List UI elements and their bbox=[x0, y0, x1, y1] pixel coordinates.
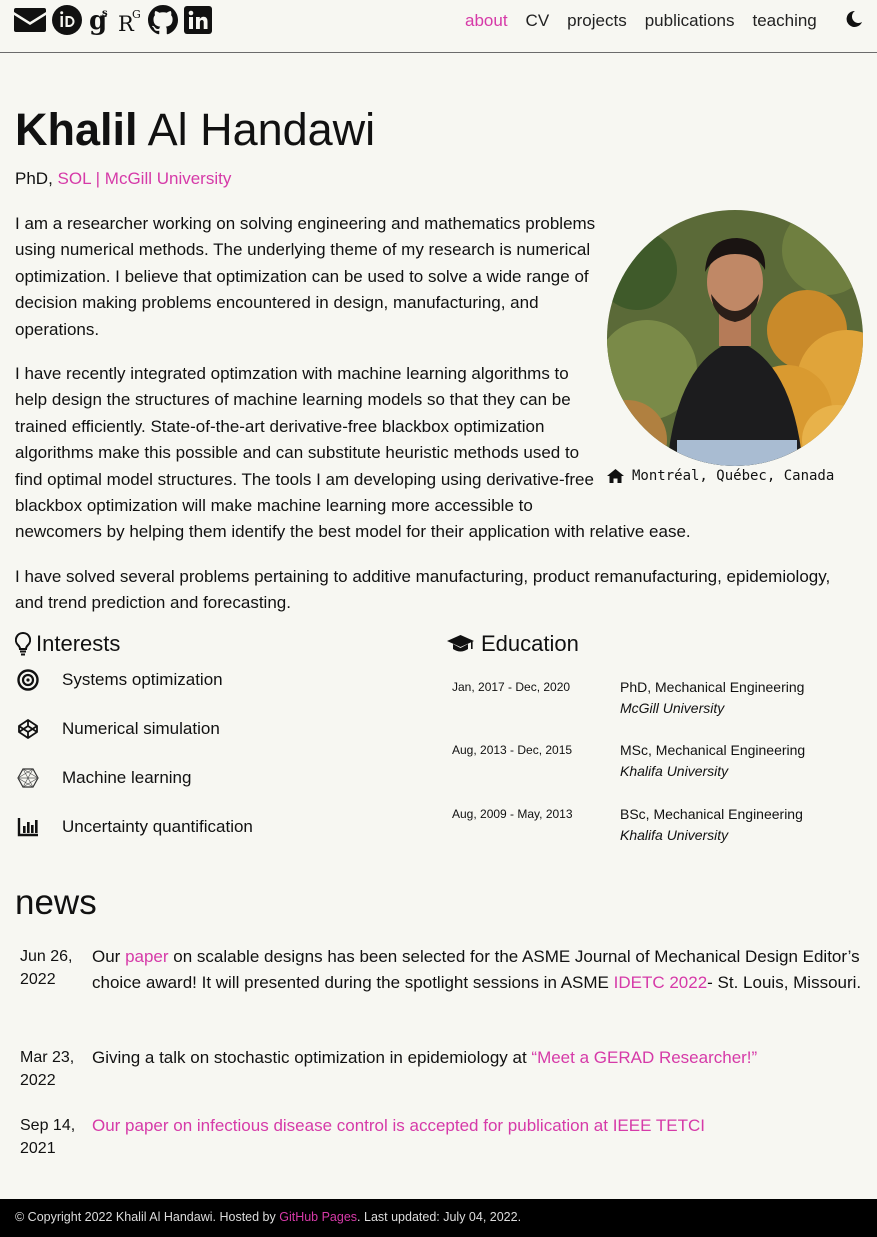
page-title: Khalil Al Handawi bbox=[15, 104, 375, 156]
nav-about[interactable]: about bbox=[465, 11, 508, 31]
tetci-paper-link[interactable]: Our paper on infectious disease control … bbox=[92, 1116, 705, 1135]
navbar: gs RG about CV projects publications tea… bbox=[0, 0, 877, 53]
envelope-icon[interactable] bbox=[14, 4, 46, 36]
education-degree: MSc, Mechanical Engineering Khalifa Univ… bbox=[620, 740, 805, 782]
footer: © Copyright 2022 Khalil Al Handawi. Host… bbox=[0, 1199, 877, 1237]
codepen-icon bbox=[15, 718, 41, 740]
news-date: Jun 26, 2022 bbox=[20, 948, 73, 988]
education-date: Jan, 2017 - Dec, 2020 bbox=[452, 680, 571, 694]
news-item: Giving a talk on stochastic optimization… bbox=[92, 1048, 758, 1067]
education-title: Education bbox=[447, 631, 579, 657]
subtitle: PhD, SOL | McGill University bbox=[15, 167, 231, 191]
news-item: Our paper on scalable designs has been s… bbox=[92, 947, 862, 993]
nav-cv[interactable]: CV bbox=[526, 11, 550, 31]
first-name: Khalil bbox=[15, 104, 138, 155]
svg-text:s: s bbox=[102, 8, 108, 19]
news-date: Sep 14, 2021 bbox=[20, 1117, 76, 1157]
graduation-cap-icon bbox=[447, 634, 474, 654]
news-item: Our paper on infectious disease control … bbox=[92, 1113, 862, 1139]
location: Montréal, Québec, Canada bbox=[607, 468, 857, 484]
news-date: Mar 23, 2022 bbox=[20, 1049, 75, 1089]
paper-link[interactable]: paper bbox=[125, 947, 168, 966]
theme-toggle-moon-icon[interactable] bbox=[845, 10, 863, 33]
svg-text:G: G bbox=[132, 8, 141, 21]
education-institution: McGill University bbox=[620, 700, 725, 716]
education-institution: Khalifa University bbox=[620, 827, 729, 843]
affiliation-link[interactable]: SOL | McGill University bbox=[58, 169, 232, 188]
nav-publications[interactable]: publications bbox=[645, 11, 735, 31]
interest-item: Numerical simulation bbox=[15, 718, 220, 740]
orcid-icon[interactable] bbox=[52, 4, 82, 36]
subtitle-prefix: PhD, bbox=[15, 169, 53, 188]
github-icon[interactable] bbox=[148, 4, 178, 36]
researchgate-icon[interactable]: RG bbox=[118, 4, 142, 36]
main-nav: about CV projects publications teaching bbox=[465, 10, 862, 31]
interests-title: Interests bbox=[15, 631, 120, 657]
education-degree: PhD, Mechanical Engineering McGill Unive… bbox=[620, 677, 804, 719]
education-date: Aug, 2013 - Dec, 2015 bbox=[452, 743, 573, 757]
lightbulb-icon bbox=[15, 632, 31, 656]
network-icon bbox=[15, 767, 41, 789]
nav-teaching[interactable]: teaching bbox=[752, 11, 816, 31]
bar-chart-icon bbox=[15, 817, 41, 837]
education-institution: Khalifa University bbox=[620, 763, 729, 779]
last-name: Al Handawi bbox=[147, 104, 376, 155]
bio-paragraph: I have solved several problems pertainin… bbox=[15, 566, 831, 613]
gerad-link[interactable]: “Meet a GERAD Researcher!” bbox=[531, 1048, 757, 1067]
news-heading: news bbox=[15, 883, 97, 922]
idetc-link[interactable]: IDETC 2022 bbox=[614, 973, 708, 992]
interest-item: Systems optimization bbox=[15, 669, 223, 691]
target-icon bbox=[15, 669, 41, 691]
nav-projects[interactable]: projects bbox=[567, 11, 627, 31]
interest-item: Uncertainty quantification bbox=[15, 817, 253, 837]
profile-photo bbox=[607, 210, 863, 466]
location-text: Montréal, Québec, Canada bbox=[632, 468, 835, 484]
linkedin-icon[interactable] bbox=[184, 4, 212, 36]
github-pages-link[interactable]: GitHub Pages bbox=[279, 1210, 357, 1224]
home-icon bbox=[607, 469, 624, 483]
education-degree: BSc, Mechanical Engineering Khalifa Univ… bbox=[620, 804, 803, 846]
education-date: Aug, 2009 - May, 2013 bbox=[452, 807, 573, 821]
interest-item: Machine learning bbox=[15, 767, 191, 789]
social-links: gs RG bbox=[14, 4, 218, 36]
google-scholar-icon[interactable]: gs bbox=[88, 4, 112, 36]
